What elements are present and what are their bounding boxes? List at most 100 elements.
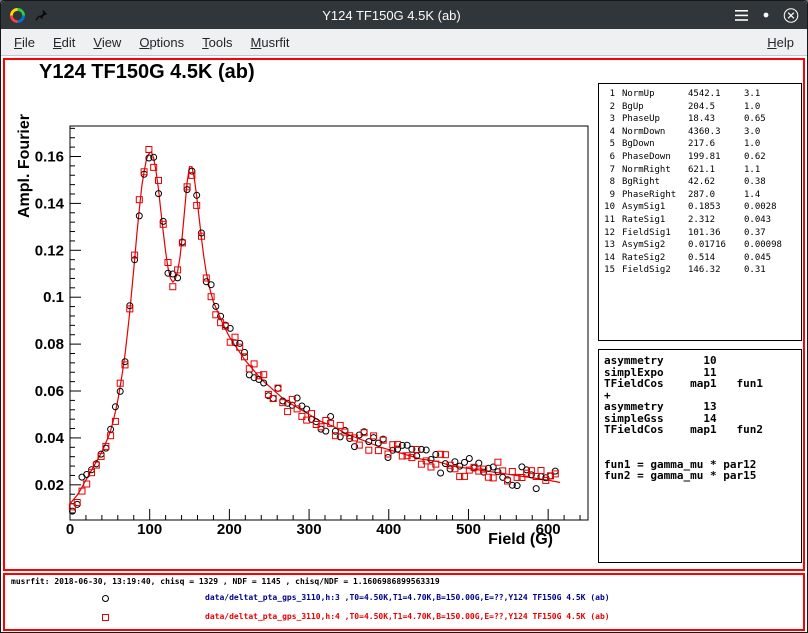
app-icon [9,7,25,23]
app-window: Y124 TF150G 4.5K (ab) F [0,0,808,633]
param-name: PhaseUp [622,113,688,126]
theory-line [604,447,796,459]
menu-item-musrfit[interactable]: Musrfit [242,33,299,52]
param-name: BgDown [622,138,688,151]
parameter-row: 2BgUp204.51.0 [601,101,799,114]
menu-items-left: FileEditViewOptionsToolsMusrfit [5,33,299,52]
y-tick-label: 0.16 [35,148,64,165]
legend-label: data/deltat_pta_gps_3110,h:3 ,T0=4.50K,T… [205,593,610,602]
theory-pave[interactable]: asymmetry 10simplExpo 11TFieldCos map1 f… [598,349,802,563]
y-axis-title: Ampl. Fourier [16,114,33,218]
parameter-row: 13 AsymSig20.017160.00098 [601,239,799,252]
param-name: NormDown [622,126,688,139]
circle-marker-icon [102,595,109,602]
chart-canvas[interactable]: 01002003004005006000.020.040.060.080.10.… [5,60,605,565]
parameter-row: 4 NormDown4360.33.0 [601,126,799,139]
parameter-row: 9PhaseRight287.01.4 [601,189,799,202]
titlebar: Y124 TF150G 4.5K (ab) [1,1,807,29]
y-tick-label: 0.04 [35,430,65,447]
param-name: BgRight [622,176,688,189]
param-value: 4360.3 [688,126,744,139]
param-number: 3 [601,113,615,126]
y-tick-label: 0.14 [35,195,65,212]
param-value: 199.81 [688,151,744,164]
y-tick-label: 0.1 [43,289,64,306]
param-number: 7 [601,164,615,177]
parameter-row: 12FieldSig1101.360.37 [601,227,799,240]
menu-item-file[interactable]: File [5,33,44,52]
parameter-pave[interactable]: 1NormUp4542.13.12BgUp204.51.03PhaseUp18.… [598,83,802,341]
param-number: 4 [601,126,615,139]
x-tick-label: 200 [217,521,242,538]
x-tick-label: 300 [297,521,322,538]
param-value: 217.6 [688,138,744,151]
param-number: 12 [601,227,615,240]
window-menu-icon[interactable] [733,7,749,23]
param-error: 0.62 [744,151,799,164]
close-icon[interactable] [783,7,799,23]
menu-items-right: Help [758,33,803,52]
legend-row: data/deltat_pta_gps_3110,h:3 ,T0=4.50K,T… [5,592,803,609]
param-error: 0.045 [744,252,799,265]
y-tick-label: 0.08 [35,336,64,353]
param-number: 1 [601,88,615,101]
parameter-row: 8BgRight42.620.38 [601,176,799,189]
y-tick-label: 0.06 [35,383,64,400]
legend-row: data/deltat_pta_gps_3110,h:4 ,T0=4.50K,T… [5,611,803,628]
param-value: 287.0 [688,189,744,202]
param-value: 204.5 [688,101,744,114]
param-error: 0.0028 [744,201,799,214]
plot-pad[interactable]: Y124 TF150G 4.5K (ab) 010020030040050060… [3,58,805,571]
pin-icon[interactable] [34,7,50,23]
fit-curve-line [70,152,560,504]
minimize-icon[interactable] [758,7,774,23]
plot-frame [70,126,588,520]
menu-item-edit[interactable]: Edit [44,33,84,52]
parameter-row: 6PhaseDown199.810.62 [601,151,799,164]
param-name: PhaseDown [622,151,688,164]
parameter-row: 14RateSig20.5140.045 [601,252,799,265]
param-number: 8 [601,176,615,189]
param-error: 1.1 [744,164,799,177]
param-value: 101.36 [688,227,744,240]
legend-pad[interactable]: musrfit: 2018-06-30, 13:19:40, chisq = 1… [3,573,805,631]
square-marker-icon [102,614,109,621]
menubar: FileEditViewOptionsToolsMusrfit Help [1,29,807,56]
param-error: 0.00098 [744,239,799,252]
param-name: FieldSig1 [622,227,688,240]
x-tick-label: 500 [456,521,481,538]
legend-label: data/deltat_pta_gps_3110,h:4 ,T0=4.50K,T… [205,612,610,621]
param-error: 1.0 [744,138,799,151]
theory-line: TFieldCos map1 fun1 [604,378,796,390]
param-number: 9 [601,189,615,202]
parameter-row: 5 BgDown217.61.0 [601,138,799,151]
param-number: 10 [601,201,615,214]
param-error: 3.0 [744,126,799,139]
x-tick-label: 400 [376,521,401,538]
param-value: 2.312 [688,214,744,227]
parameter-row: 15FieldSig2146.320.31 [601,264,799,277]
param-name: NormRight [622,164,688,177]
param-name: PhaseRight [622,189,688,202]
param-name: RateSig1 [622,214,688,227]
parameter-row: 10AsymSig10.18530.0028 [601,201,799,214]
param-error: 0.043 [744,214,799,227]
fit-info-text: musrfit: 2018-06-30, 13:19:40, chisq = 1… [11,577,440,586]
param-error: 0.38 [744,176,799,189]
param-name: AsymSig2 [622,239,688,252]
param-name: BgUp [622,101,688,114]
theory-line: asymmetry 10 [604,355,796,367]
menu-item-options[interactable]: Options [130,33,193,52]
param-error: 0.31 [744,264,799,277]
menu-item-tools[interactable]: Tools [193,33,241,52]
param-number: 5 [601,138,615,151]
param-number: 13 [601,239,615,252]
theory-line: fun2 = gamma_mu * par15 [604,470,796,482]
param-name: FieldSig2 [622,264,688,277]
param-value: 0.01716 [688,239,744,252]
parameter-row: 7NormRight621.11.1 [601,164,799,177]
menu-item-help[interactable]: Help [758,33,803,52]
series-circles [69,154,558,514]
parameter-row: 11RateSig12.3120.043 [601,214,799,227]
menu-item-view[interactable]: View [84,33,130,52]
